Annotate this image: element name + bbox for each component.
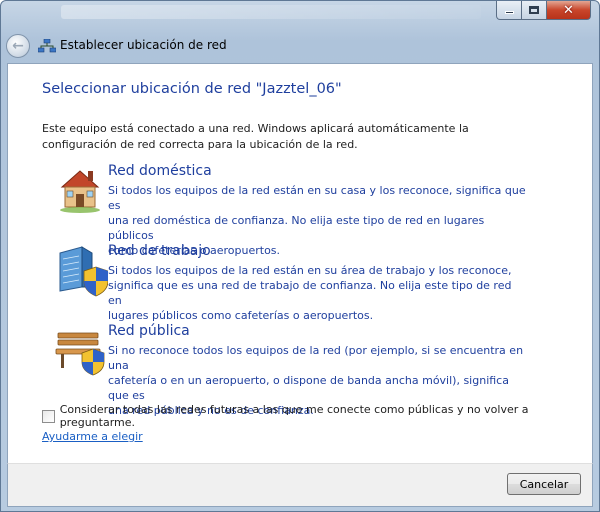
navigation-bar: ← Establecer ubicación de red [1,27,599,63]
maximize-icon [529,6,539,14]
page-title: Seleccionar ubicación de red "Jazztel_06… [42,81,342,97]
minimize-button[interactable] [496,1,522,20]
back-button[interactable]: ← [6,34,30,58]
option-description-line: una red doméstica de confianza. No elija… [108,214,485,242]
maximize-button[interactable] [522,1,547,20]
title-bar[interactable]: ✕ [1,1,599,27]
intro-text: Este equipo está conectado a una red. Wi… [42,121,542,153]
option-description-line: Si no reconoce todos los equipos de la r… [108,344,524,372]
cancel-button[interactable]: Cancelar [507,473,581,495]
option-description: Si todos los equipos de la red están en … [108,263,528,323]
option-public-network[interactable]: Red pública Si no reconoce todos los equ… [52,323,572,417]
park-bench-shield-icon [55,332,105,376]
treat-future-networks-public-row[interactable]: Considerar todas las redes futuras a las… [42,403,592,429]
office-building-shield-icon [59,246,108,297]
option-work-network[interactable]: Red de trabajo Si todos los equipos de l… [52,243,572,322]
treat-future-networks-public-checkbox[interactable] [42,409,55,423]
option-title[interactable]: Red pública [108,323,190,339]
option-description-line: Si todos los equipos de la red están en … [108,264,512,277]
close-icon: ✕ [563,2,574,18]
option-title[interactable]: Red doméstica [108,163,212,179]
checkbox-label[interactable]: Considerar todas las redes futuras a las… [60,403,592,429]
house-icon [60,170,100,213]
option-description-line: Si todos los equipos de la red están en … [108,184,526,212]
dialog-window: ✕ ← Establecer ubicación de red Seleccio… [0,0,600,512]
option-title[interactable]: Red de trabajo [108,243,211,259]
title-bar-background-blur [61,5,481,19]
dialog-title: Establecer ubicación de red [60,38,227,52]
caption-buttons: ✕ [496,1,591,20]
help-me-choose-link[interactable]: Ayudarme a elegir [42,430,143,443]
content-area: Seleccionar ubicación de red "Jazztel_06… [7,63,593,463]
option-description-line: cafetería o en un aeropuerto, o dispone … [108,374,509,402]
back-arrow-icon: ← [12,38,24,54]
dialog-footer: Cancelar [7,463,593,507]
option-description-line: significa que es una red de trabajo de c… [108,279,512,307]
network-icon [38,39,56,53]
minimize-icon [504,11,514,14]
intro-line: configuración de red correcta para la ub… [42,138,358,151]
option-description-line: lugares públicos como cafeterías o aerop… [108,309,374,322]
close-button[interactable]: ✕ [547,1,591,20]
option-home-network[interactable]: Red doméstica Si todos los equipos de la… [52,163,572,257]
intro-line: Este equipo está conectado a una red. Wi… [42,122,469,135]
